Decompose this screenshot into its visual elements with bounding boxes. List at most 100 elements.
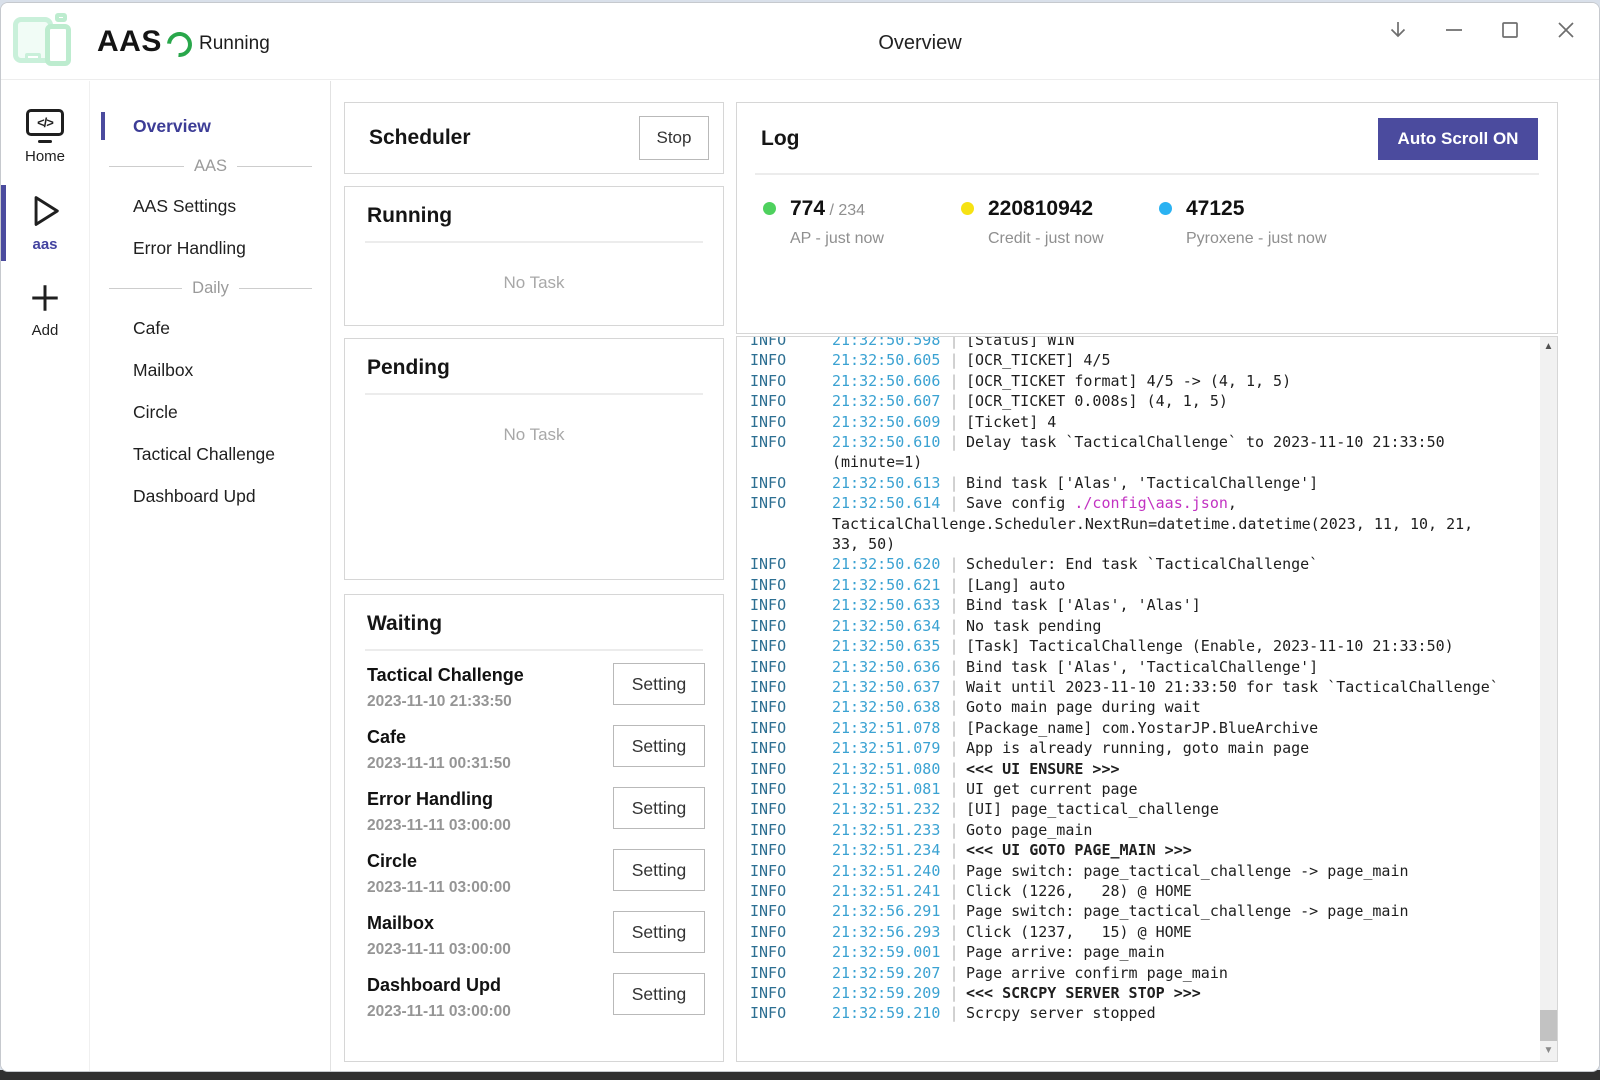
log-line: INFO21:32:50.636|Bind task ['Alas', 'Tac… [750,657,1537,677]
nav-item-cafe[interactable]: Cafe [91,307,330,349]
log-line: INFO21:32:59.209|<<< SCRCPY SERVER STOP … [750,983,1537,1003]
waiting-task-next-run: 2023-11-11 03:00:00 [367,941,511,959]
main-content: Scheduler Stop Running No Task Pending N… [331,81,1599,1071]
waiting-task-row: Mailbox 2023-11-11 03:00:00 Setting [367,913,705,959]
nav-section-divider: AAS [91,147,330,185]
maximize-icon[interactable] [1497,17,1523,43]
app-logo-icon [11,11,75,71]
setting-button[interactable]: Setting [613,973,705,1015]
log-line: INFO21:32:50.605|[OCR_TICKET] 4/5 [750,350,1537,370]
close-icon[interactable] [1553,17,1579,43]
waiting-task-next-run: 2023-11-11 00:31:50 [367,755,511,773]
waiting-task-name: Dashboard Upd [367,975,511,996]
log-scrollbar[interactable]: ▲ ▼ [1540,337,1557,1061]
waiting-task-row: Tactical Challenge2023-11-10 21:33:50 Set… [367,665,705,711]
waiting-task-row: Error Handling 2023-11-11 03:00:00 Setting [367,789,705,835]
stat-value: 774 / 234 [790,197,961,221]
log-line: (minute=1) [750,452,1537,472]
waiting-task-info: Circle 2023-11-11 03:00:00 [367,851,511,897]
nav-section-divider: Daily [91,269,330,307]
waiting-task-row: Cafe 2023-11-11 00:31:50 Setting [367,727,705,773]
nav-item-aas-settings[interactable]: AAS Settings [91,185,330,227]
log-line: INFO21:32:50.598|[Status] WIN [750,336,1537,350]
icon-rail: </> Home aas Add [1,81,90,1071]
scrollbar-thumb[interactable] [1540,1010,1557,1041]
dashboard-stats: 774 / 234AP - just now220810942Credit - … [737,175,1557,248]
nav-item-mailbox[interactable]: Mailbox [91,349,330,391]
stat-suffix: / 234 [825,202,865,219]
waiting-task-next-run: 2023-11-11 03:00:00 [367,879,511,897]
stat-label: Pyroxene - just now [1186,230,1357,248]
log-line: INFO21:32:50.621|[Lang] auto [750,575,1537,595]
rail-item-add[interactable]: Add [1,271,89,349]
minimize-icon[interactable] [1441,17,1467,43]
nav-item-circle[interactable]: Circle [91,391,330,433]
sidebar-nav: OverviewAASAAS SettingsError HandlingDai… [91,81,331,1071]
rail-item-label: Home [25,148,65,165]
waiting-task-info: Tactical Challenge2023-11-10 21:33:50 [367,665,524,711]
waiting-task-next-run: 2023-11-11 03:00:00 [367,1003,511,1021]
stat-dot-icon [961,202,974,215]
setting-button[interactable]: Setting [613,787,705,829]
app-window: AAS Running Overview </> Home [0,2,1600,1072]
log-line: TacticalChallenge.Scheduler.NextRun=date… [750,514,1537,534]
waiting-task-row: Dashboard Upd 2023-11-11 03:00:00 Setting [367,975,705,1021]
autoscroll-toggle-button[interactable]: Auto Scroll ON [1378,118,1538,160]
log-line: INFO21:32:51.081|UI get current page [750,779,1537,799]
app-name: AAS [97,25,162,59]
download-icon[interactable] [1385,17,1411,43]
setting-button[interactable]: Setting [613,663,705,705]
log-line: INFO21:32:51.234|<<< UI GOTO PAGE_MAIN >… [750,840,1537,860]
stat-dot-icon [1159,202,1172,215]
nav-item-overview[interactable]: Overview [91,105,330,147]
rail-item-home[interactable]: </> Home [1,101,89,175]
log-line: INFO21:32:50.633|Bind task ['Alas', 'Ala… [750,595,1537,615]
waiting-task-next-run: 2023-11-11 03:00:00 [367,817,511,835]
log-line: INFO21:32:51.240|Page switch: page_tacti… [750,861,1537,881]
running-panel: Running No Task [344,186,724,326]
waiting-task-name: Error Handling [367,789,511,810]
waiting-task-info: Error Handling 2023-11-11 03:00:00 [367,789,511,835]
nav-list: OverviewAASAAS SettingsError HandlingDai… [91,105,330,517]
nav-item-error-handling[interactable]: Error Handling [91,227,330,269]
log-line: INFO21:32:50.620|Scheduler: End task `Ta… [750,554,1537,574]
nav-item-tactical-challenge[interactable]: Tactical Challenge [91,433,330,475]
waiting-task-next-run: 2023-11-10 21:33:50 [367,693,524,711]
waiting-task-name: Circle [367,851,511,872]
waiting-task-list: Tactical Challenge2023-11-10 21:33:50 Set… [345,651,723,1021]
stat-item: 774 / 234AP - just now [763,197,961,248]
log-line: INFO21:32:50.635|[Task] TacticalChalleng… [750,636,1537,656]
nav-item-dashboard-upd[interactable]: Dashboard Upd [91,475,330,517]
log-header-panel: Log Auto Scroll ON 774 / 234AP - just no… [736,102,1558,334]
log-line: INFO21:32:50.613|Bind task ['Alas', 'Tac… [750,473,1537,493]
log-line: 33, 50) [750,534,1537,554]
log-line: INFO21:32:50.638|Goto main page during w… [750,697,1537,717]
waiting-panel: Waiting Tactical Challenge2023-11-10 21:… [344,594,724,1062]
pending-empty-text: No Task [345,425,723,445]
stop-button[interactable]: Stop [639,116,709,160]
log-line: INFO21:32:56.291|Page switch: page_tacti… [750,901,1537,921]
setting-button[interactable]: Setting [613,911,705,953]
rail-item-aas[interactable]: aas [1,183,89,263]
waiting-task-info: Mailbox 2023-11-11 03:00:00 [367,913,511,959]
log-line: INFO21:32:59.210|Scrcpy server stopped [750,1003,1537,1023]
stat-item: 47125Pyroxene - just now [1159,197,1357,248]
setting-button[interactable]: Setting [613,849,705,891]
log-line: INFO21:32:50.607|[OCR_TICKET 0.008s] (4,… [750,391,1537,411]
log-line: INFO21:32:50.614|Save config ./config\aa… [750,493,1537,513]
log-line: INFO21:32:50.606|[OCR_TICKET format] 4/5… [750,371,1537,391]
waiting-task-name: Mailbox [367,913,511,934]
scrollbar-down-icon[interactable]: ▼ [1540,1043,1557,1059]
pending-title: Pending [367,356,701,380]
log-line: INFO21:32:56.293|Click (1237, 15) @ HOME [750,922,1537,942]
stat-label: Credit - just now [988,230,1159,248]
setting-button[interactable]: Setting [613,725,705,767]
plus-icon [27,279,63,317]
waiting-task-name: Cafe [367,727,511,748]
divider [365,241,703,243]
waiting-task-info: Dashboard Upd 2023-11-11 03:00:00 [367,975,511,1021]
scheduler-title: Scheduler [369,126,471,150]
scrollbar-up-icon[interactable]: ▲ [1540,339,1557,355]
waiting-task-row: Circle 2023-11-11 03:00:00 Setting [367,851,705,897]
log-title: Log [761,127,799,151]
